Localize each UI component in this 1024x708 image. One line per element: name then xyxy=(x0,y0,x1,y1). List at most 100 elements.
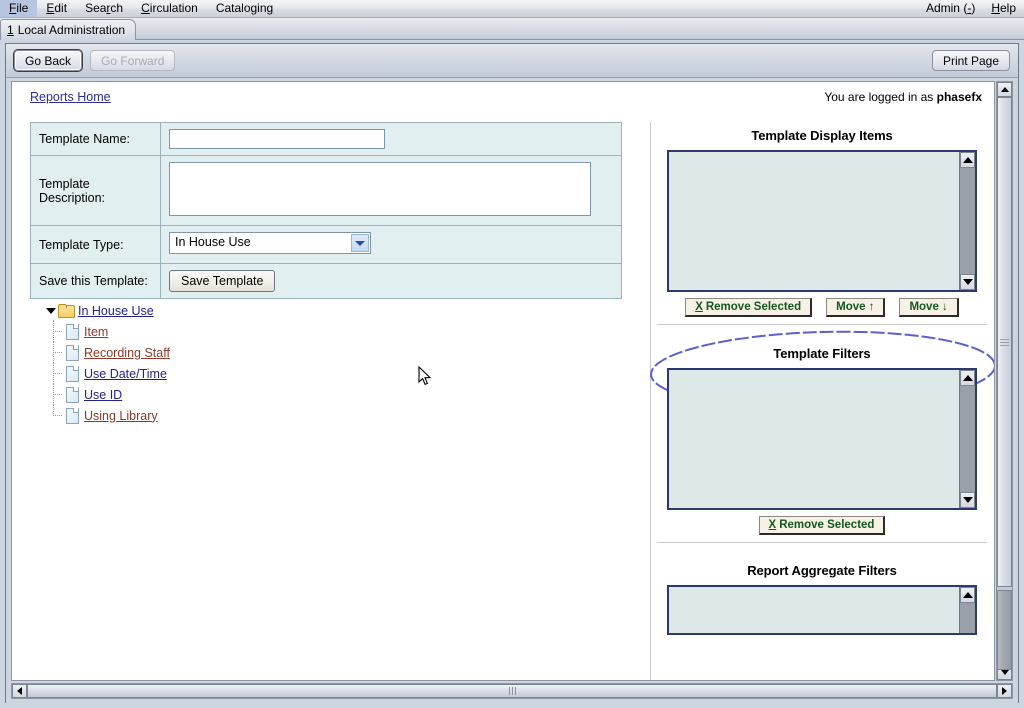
tree-row-item: Item xyxy=(42,320,372,342)
browser-toolbar: Go Back Go Forward Print Page xyxy=(6,44,1018,78)
page-scroll-right-arrow-icon[interactable] xyxy=(997,684,1012,698)
save-template-button[interactable]: Save Template xyxy=(169,270,276,292)
scroll-up-arrow-icon[interactable] xyxy=(960,587,975,603)
go-back-button[interactable]: Go Back xyxy=(14,50,83,71)
menu-bar-right: Admin (-) Help xyxy=(918,0,1024,17)
tree-guide-line xyxy=(50,320,66,342)
tab-local-administration[interactable]: 1 Local Administration xyxy=(0,19,137,40)
remove-accel-x: X xyxy=(695,300,703,313)
tree-row-use-id: Use ID xyxy=(42,383,372,405)
menu-circulation[interactable]: Circulation xyxy=(132,0,207,17)
left-column: Template Name: Template Description: Tem… xyxy=(30,122,630,662)
go-forward-label: Go Forward xyxy=(101,53,165,68)
go-back-label: Go Back xyxy=(25,53,72,68)
move-up-button[interactable]: Move ↑ xyxy=(826,298,886,317)
menu-file[interactable]: File xyxy=(0,0,38,17)
page-hscroll-thumb[interactable] xyxy=(27,684,997,698)
menu-bar: File Edit Search Circulation Cataloging … xyxy=(0,0,1024,18)
form-row-template-name: Template Name: xyxy=(30,122,622,156)
menu-search[interactable]: Search xyxy=(76,0,132,17)
folder-open-icon xyxy=(58,304,75,318)
page-header: Reports Home You are logged in as phasef… xyxy=(12,82,994,116)
scrollbar-grip-icon xyxy=(508,687,516,695)
report-template-page: Reports Home You are logged in as phasef… xyxy=(11,81,995,681)
scroll-up-arrow-icon[interactable] xyxy=(960,152,975,168)
document-icon xyxy=(66,345,79,361)
page-vscroll-track[interactable] xyxy=(997,97,1012,670)
move-down-button[interactable]: Move ↓ xyxy=(899,298,959,317)
template-filters-button-row: X Remove Selected xyxy=(657,510,987,539)
document-icon xyxy=(66,366,79,382)
template-description-label: Template Description: xyxy=(30,155,161,226)
tree-row-use-date-time: Use Date/Time xyxy=(42,362,372,384)
reports-home-link[interactable]: Reports Home xyxy=(30,90,111,104)
template-description-textarea[interactable] xyxy=(169,162,591,216)
page-scroll-up-arrow-icon[interactable] xyxy=(997,82,1012,97)
tree-item-item[interactable]: Item xyxy=(84,325,108,339)
logged-in-prefix: You are logged in as xyxy=(824,90,937,104)
form-row-template-type: Template Type: In House Use xyxy=(30,225,622,264)
form-row-template-description: Template Description: xyxy=(30,155,622,226)
aggregate-filters-listbox[interactable] xyxy=(667,585,977,635)
tree-item-use-id[interactable]: Use ID xyxy=(84,388,122,402)
page-vscroll-thumb[interactable] xyxy=(997,97,1012,587)
print-page-button[interactable]: Print Page xyxy=(931,50,1010,71)
panel-report-aggregate-filters: Report Aggregate Filters xyxy=(657,557,987,635)
remove-selected-label: Remove Selected xyxy=(705,300,802,313)
template-filters-listbox[interactable] xyxy=(667,368,977,510)
menu-edit[interactable]: Edit xyxy=(37,0,76,17)
remove-accel-x: X xyxy=(768,518,777,531)
template-name-label: Template Name: xyxy=(30,122,161,156)
application-window: File Edit Search Circulation Cataloging … xyxy=(0,0,1024,708)
remove-selected-filters-button[interactable]: X Remove Selected xyxy=(758,516,886,535)
remove-selected-display-items-button[interactable]: X Remove Selected xyxy=(685,298,813,317)
tree-item-using-library[interactable]: Using Library xyxy=(84,409,158,423)
tree-guide-line xyxy=(50,341,66,363)
panel-separator xyxy=(657,542,987,543)
display-items-listbox[interactable] xyxy=(667,150,977,292)
scrollbar-track[interactable] xyxy=(960,386,975,492)
panel-title-display-items: Template Display Items xyxy=(751,128,893,143)
menu-admin[interactable]: Admin (-) xyxy=(918,0,983,17)
panel-separator xyxy=(657,324,987,325)
tree-item-in-house-use[interactable]: In House Use xyxy=(78,304,154,318)
page-scroll-left-arrow-icon[interactable] xyxy=(12,684,27,698)
template-type-cell: In House Use xyxy=(160,225,622,264)
right-column: Template Display Items XRemove Selected xyxy=(650,122,994,680)
template-type-select[interactable]: In House Use xyxy=(169,232,371,254)
scroll-down-arrow-icon[interactable] xyxy=(960,492,975,508)
scroll-down-arrow-icon[interactable] xyxy=(960,274,975,290)
content-viewport: Reports Home You are logged in as phasef… xyxy=(6,78,1018,703)
display-items-scrollbar[interactable] xyxy=(959,152,975,290)
template-type-selected-value: In House Use xyxy=(175,235,251,249)
tree-item-use-date-time[interactable]: Use Date/Time xyxy=(84,367,167,381)
remove-selected-label: Remove Selected xyxy=(779,518,875,531)
document-icon xyxy=(66,387,79,403)
print-page-label: Print Page xyxy=(942,53,999,68)
scrollbar-track[interactable] xyxy=(960,168,975,274)
aggregate-filters-scrollbar[interactable] xyxy=(959,587,975,633)
page-horizontal-scrollbar[interactable] xyxy=(11,683,1013,699)
template-filters-scrollbar[interactable] xyxy=(959,370,975,508)
logged-in-status: You are logged in as phasefx xyxy=(824,90,982,104)
browser-window-frame: Go Back Go Forward Print Page Reports Ho… xyxy=(5,43,1019,703)
chevron-down-icon[interactable] xyxy=(351,234,369,252)
expander-triangle-down-icon[interactable] xyxy=(44,304,57,317)
tree-item-recording-staff[interactable]: Recording Staff xyxy=(84,346,170,360)
page-vertical-scrollbar[interactable] xyxy=(996,81,1013,681)
template-description-cell xyxy=(160,155,622,226)
display-items-button-row: X Remove Selected Move ↑ Move ↓ xyxy=(657,292,987,321)
scrollbar-grip-icon xyxy=(1000,338,1009,346)
menu-cataloging[interactable]: Cataloging xyxy=(207,0,282,17)
save-this-template-label: Save this Template: xyxy=(30,263,161,299)
tree-row-recording-staff: Recording Staff xyxy=(42,341,372,363)
scroll-up-arrow-icon[interactable] xyxy=(960,370,975,386)
tab-number: 1 xyxy=(7,23,14,37)
page-hscroll-track[interactable] xyxy=(27,684,997,698)
template-name-input[interactable] xyxy=(169,129,385,149)
menu-help[interactable]: Help xyxy=(983,0,1024,17)
scrollbar-track[interactable] xyxy=(960,603,975,633)
page-vscroll-lower-segment[interactable] xyxy=(997,590,1012,670)
tree-guide-line xyxy=(50,362,66,384)
source-field-tree: In House Use Item Recording Staff Use Da… xyxy=(42,300,372,426)
